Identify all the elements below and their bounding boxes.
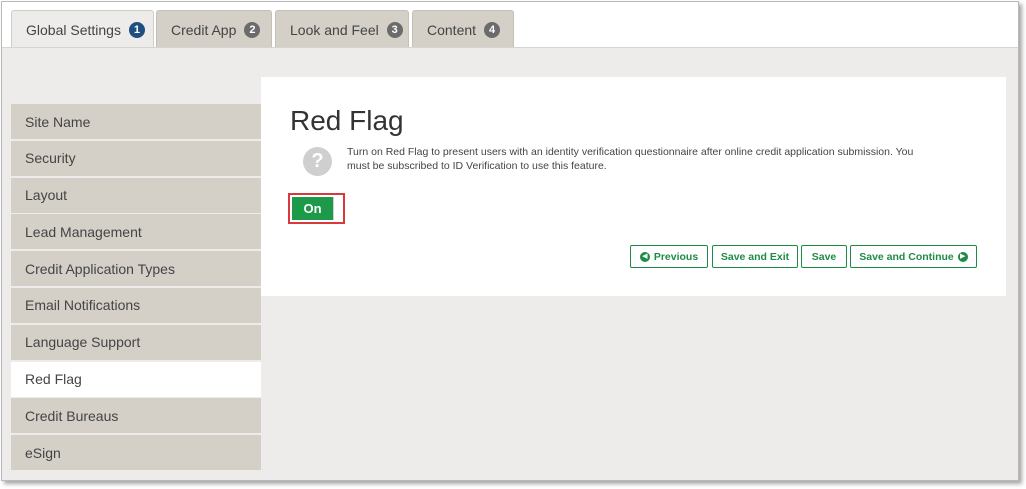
sidebar-item-security[interactable]: Security	[11, 140, 261, 176]
save-and-exit-button[interactable]: Save and Exit	[712, 245, 798, 268]
sidebar-item-label: eSign	[25, 444, 61, 461]
sidebar-item-email-notifications[interactable]: Email Notifications	[11, 287, 261, 323]
save-and-continue-label: Save and Continue	[859, 250, 954, 263]
sidebar-item-label: Layout	[25, 187, 68, 204]
sidebar-item-red-flag[interactable]: Red Flag	[11, 361, 261, 397]
tab-content[interactable]: Content 4	[412, 10, 514, 48]
red-flag-toggle[interactable]: On	[292, 197, 333, 220]
sidebar-item-label: Language Support	[25, 334, 141, 351]
save-button[interactable]: Save	[801, 245, 847, 268]
arrow-right-icon: ▶	[957, 251, 968, 262]
sidebar-item-language-support[interactable]: Language Support	[11, 324, 261, 360]
tab-label: Credit App	[171, 21, 237, 38]
save-and-continue-button[interactable]: Save and Continue ▶	[850, 245, 977, 268]
sidebar-item-layout[interactable]: Layout	[11, 177, 261, 213]
sidebar-item-label: Credit Application Types	[25, 260, 175, 277]
sidebar-item-label: Email Notifications	[25, 297, 141, 314]
sidebar-item-label: Security	[25, 150, 76, 167]
help-text: Turn on Red Flag to present users with a…	[347, 146, 914, 172]
save-label: Save	[811, 250, 837, 263]
action-bar: ◀ Previous Save and Exit Save Save and C…	[261, 245, 1006, 268]
tab-bar: Global Settings 1 Credit App 2 Look and …	[2, 2, 1018, 49]
tab-credit-app[interactable]: Credit App 2	[156, 10, 272, 48]
sidebar-item-label: Red Flag	[25, 371, 82, 388]
toggle-label: On	[303, 201, 322, 216]
tab-badge: 1	[128, 22, 145, 38]
sidebar-item-label: Credit Bureaus	[25, 407, 119, 424]
sidebar-item-label: Lead Management	[25, 223, 142, 240]
tab-badge: 4	[484, 21, 501, 38]
sidebar-item-esign[interactable]: eSign	[11, 435, 261, 471]
sidebar-item-lead-management[interactable]: Lead Management	[11, 214, 261, 250]
tab-badge: 2	[244, 21, 261, 38]
tab-badge: 3	[386, 21, 403, 38]
tab-look-and-feel[interactable]: Look and Feel 3	[275, 10, 409, 48]
previous-button[interactable]: ◀ Previous	[630, 245, 708, 268]
tab-global-settings[interactable]: Global Settings 1	[11, 10, 154, 49]
tab-label: Content	[427, 21, 477, 38]
arrow-left-icon: ◀	[639, 251, 650, 262]
previous-label: Previous	[653, 250, 699, 263]
page-title: Red Flag	[290, 105, 404, 136]
sidebar-item-credit-bureaus[interactable]: Credit Bureaus	[11, 398, 261, 434]
question-circle-icon[interactable]: ?	[303, 147, 332, 176]
tab-label: Look and Feel	[290, 21, 379, 38]
save-and-exit-label: Save and Exit	[720, 250, 790, 263]
toggle-highlight: On	[288, 193, 345, 224]
sidebar: Site Name Security Layout Lead Managemen…	[11, 104, 261, 472]
settings-panel: Red Flag ? Turn on Red Flag to present u…	[261, 77, 1006, 296]
sidebar-item-credit-application-types[interactable]: Credit Application Types	[11, 251, 261, 287]
toggle-knob[interactable]	[333, 197, 341, 220]
tab-label: Global Settings	[26, 22, 121, 38]
sidebar-item-label: Site Name	[25, 113, 91, 130]
sidebar-item-site-name[interactable]: Site Name	[11, 104, 261, 139]
app-window: Global Settings 1 Credit App 2 Look and …	[1, 1, 1019, 481]
